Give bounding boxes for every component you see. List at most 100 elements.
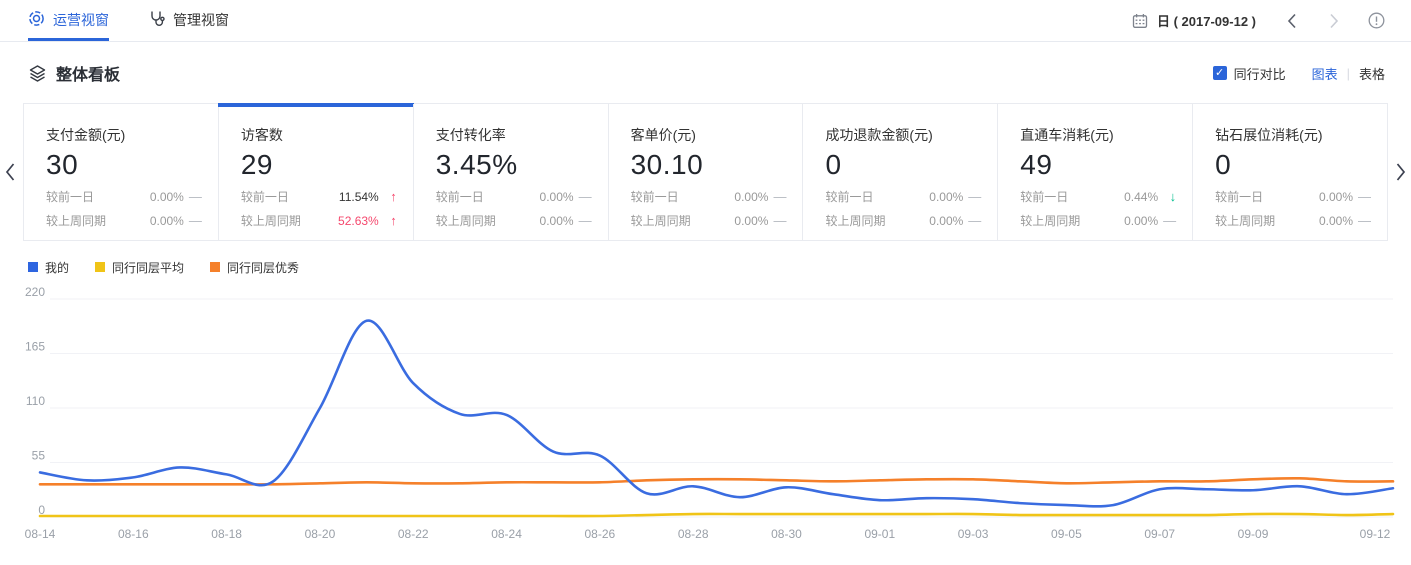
x-tick-label: 08-28 xyxy=(678,527,709,541)
metric-card-value: 0 xyxy=(1215,149,1371,181)
metric-card-value: 3.45% xyxy=(436,149,592,181)
metric-compare-row: 较前一日 0.00%— xyxy=(436,188,592,205)
trend-up-icon: ↑ xyxy=(379,189,397,204)
metric-compare-value: 0.00% xyxy=(1319,190,1353,204)
legend-item[interactable]: 同行同层优秀 xyxy=(210,259,299,276)
metric-compare-label: 较上周同期 xyxy=(436,212,496,229)
metric-compare-label: 较上周同期 xyxy=(1020,212,1080,229)
chevron-right-icon[interactable] xyxy=(1328,12,1340,30)
view-toggle-chart[interactable]: 图表 xyxy=(1312,64,1338,83)
metric-card[interactable]: 支付金额(元)30较前一日0.00%—较上周同期0.00%— xyxy=(24,104,218,240)
metric-compare-value: 0.00% xyxy=(734,214,768,228)
life-buoy-icon xyxy=(28,10,45,30)
x-tick-label: 08-16 xyxy=(118,527,149,541)
x-tick-label: 08-30 xyxy=(771,527,802,541)
metric-compare-label: 较前一日 xyxy=(825,188,873,205)
calendar-icon[interactable] xyxy=(1132,13,1148,29)
legend-item[interactable]: 我的 xyxy=(28,259,69,276)
carousel-prev-icon[interactable] xyxy=(4,161,16,183)
peer-compare-checkbox[interactable]: ✓ xyxy=(1213,66,1227,80)
trend-flat-icon: — xyxy=(768,189,786,204)
chevron-left-icon[interactable] xyxy=(1286,12,1298,30)
section-controls: ✓ 同行对比 图表 | 表格 xyxy=(1213,64,1385,83)
metric-compare-row: 较前一日0.00%— xyxy=(1215,188,1371,205)
view-toggle-table[interactable]: 表格 xyxy=(1359,64,1385,83)
metric-card[interactable]: 成功退款金额(元)0较前一日0.00%—较上周同期0.00%— xyxy=(802,104,997,240)
metric-compare-value: 0.00% xyxy=(540,214,574,228)
metric-compare-label: 较前一日 xyxy=(631,188,679,205)
tab-operations-window[interactable]: 运营视窗 xyxy=(28,0,109,41)
metric-card[interactable]: 直通车消耗(元)49较前一日0.44%↓较上周同期0.00%— xyxy=(997,104,1192,240)
metric-compare-label: 较前一日 xyxy=(1020,188,1068,205)
metric-compare-label: 较前一日 xyxy=(46,188,94,205)
info-icon[interactable] xyxy=(1368,12,1385,29)
metric-compare-row: 较前一日 0.00%— xyxy=(825,188,981,205)
metric-card-title: 支付转化率 xyxy=(436,125,592,145)
x-tick-label: 09-05 xyxy=(1051,527,1082,541)
y-tick-label: 165 xyxy=(25,340,45,354)
metric-compare-label: 较前一日 xyxy=(1215,188,1263,205)
x-tick-label: 09-09 xyxy=(1238,527,1269,541)
metric-card-title: 钻石展位消耗(元) xyxy=(1215,125,1371,145)
metric-compare-row: 较上周同期0.00%— xyxy=(436,212,592,229)
tab-label: 管理视窗 xyxy=(173,10,229,30)
y-tick-label: 110 xyxy=(26,394,45,408)
x-tick-label: 08-18 xyxy=(211,527,242,541)
legend-label: 同行同层平均 xyxy=(112,259,184,276)
tab-label: 运营视窗 xyxy=(53,10,109,30)
date-range-label[interactable]: 日 ( 2017-09-12 ) xyxy=(1157,11,1256,30)
peer-compare-label[interactable]: 同行对比 xyxy=(1234,64,1286,83)
trend-flat-icon: — xyxy=(963,213,981,228)
metric-compare-row: 较上周同期0.00%— xyxy=(46,212,202,229)
metric-card-value: 30 xyxy=(46,149,202,181)
metric-card-value: 0 xyxy=(825,149,981,181)
metric-card[interactable]: 支付转化率 3.45% 较前一日 0.00%— 较上周同期 0.00%— xyxy=(413,104,608,240)
metric-compare-value: 11.54% xyxy=(339,190,379,204)
metric-compare-row: 较上周同期0.00%— xyxy=(631,212,787,229)
metric-card[interactable]: 访客数29较前一日11.54%↑较上周同期52.63%↑ xyxy=(218,104,413,240)
tab-management-window[interactable]: 管理视窗 xyxy=(149,0,229,41)
metric-compare-row: 较上周同期0.00%— xyxy=(825,212,981,229)
trend-flat-icon: — xyxy=(963,189,981,204)
trend-down-icon: ↓ xyxy=(1158,189,1176,204)
legend-swatch xyxy=(28,262,38,272)
metric-compare-value: 0.00% xyxy=(150,190,184,204)
metric-compare-row: 较前一日 0.44%↓ xyxy=(1020,188,1176,205)
metric-card-title: 直通车消耗(元) xyxy=(1020,125,1176,145)
metric-compare-value: 0.00% xyxy=(540,190,574,204)
stethoscope-icon xyxy=(149,10,165,30)
metric-compare-label: 较前一日 xyxy=(436,188,484,205)
metric-compare-row: 较上周同期0.00%— xyxy=(1215,212,1371,229)
legend-item[interactable]: 同行同层平均 xyxy=(95,259,184,276)
metric-compare-value: 0.00% xyxy=(734,190,768,204)
metric-card[interactable]: 钻石展位消耗(元) 0 较前一日 0.00%—较上周同期0.00%— xyxy=(1192,104,1387,240)
x-tick-label: 08-26 xyxy=(585,527,616,541)
metric-card-title: 访客数 xyxy=(241,125,397,145)
trend-flat-icon: — xyxy=(574,189,592,204)
trend-flat-icon: — xyxy=(184,189,202,204)
legend-swatch xyxy=(95,262,105,272)
y-tick-label: 55 xyxy=(32,449,46,463)
carousel-next-icon[interactable] xyxy=(1395,161,1407,183)
metric-compare-row: 较上周同期52.63%↑ xyxy=(241,212,397,229)
trend-line-chart: 05511016522008-1408-1608-1808-2008-2208-… xyxy=(0,281,1411,563)
x-tick-label: 09-12 xyxy=(1360,527,1391,541)
view-toggle-divider: | xyxy=(1347,66,1350,81)
metric-compare-label: 较上周同期 xyxy=(241,212,301,229)
legend-label: 同行同层优秀 xyxy=(227,259,299,276)
trend-flat-icon: — xyxy=(1353,213,1371,228)
y-tick-label: 220 xyxy=(25,285,45,299)
metric-compare-label: 较上周同期 xyxy=(631,212,691,229)
metric-compare-value: 0.00% xyxy=(929,190,963,204)
metric-card[interactable]: 客单价(元)30.10较前一日0.00%—较上周同期0.00%— xyxy=(608,104,803,240)
metric-cards-row: 支付金额(元)30较前一日0.00%—较上周同期0.00%—访客数29较前一日1… xyxy=(23,103,1388,241)
x-tick-label: 09-03 xyxy=(958,527,989,541)
metric-compare-label: 较上周同期 xyxy=(46,212,106,229)
legend-swatch xyxy=(210,262,220,272)
metric-compare-value: 52.63% xyxy=(338,214,379,228)
section-header: 整体看板 ✓ 同行对比 图表 | 表格 xyxy=(28,60,1385,86)
metric-compare-value: 0.44% xyxy=(1124,190,1158,204)
metric-card-value: 29 xyxy=(241,149,397,181)
x-tick-label: 09-01 xyxy=(864,527,895,541)
metric-compare-label: 较前一日 xyxy=(241,188,289,205)
